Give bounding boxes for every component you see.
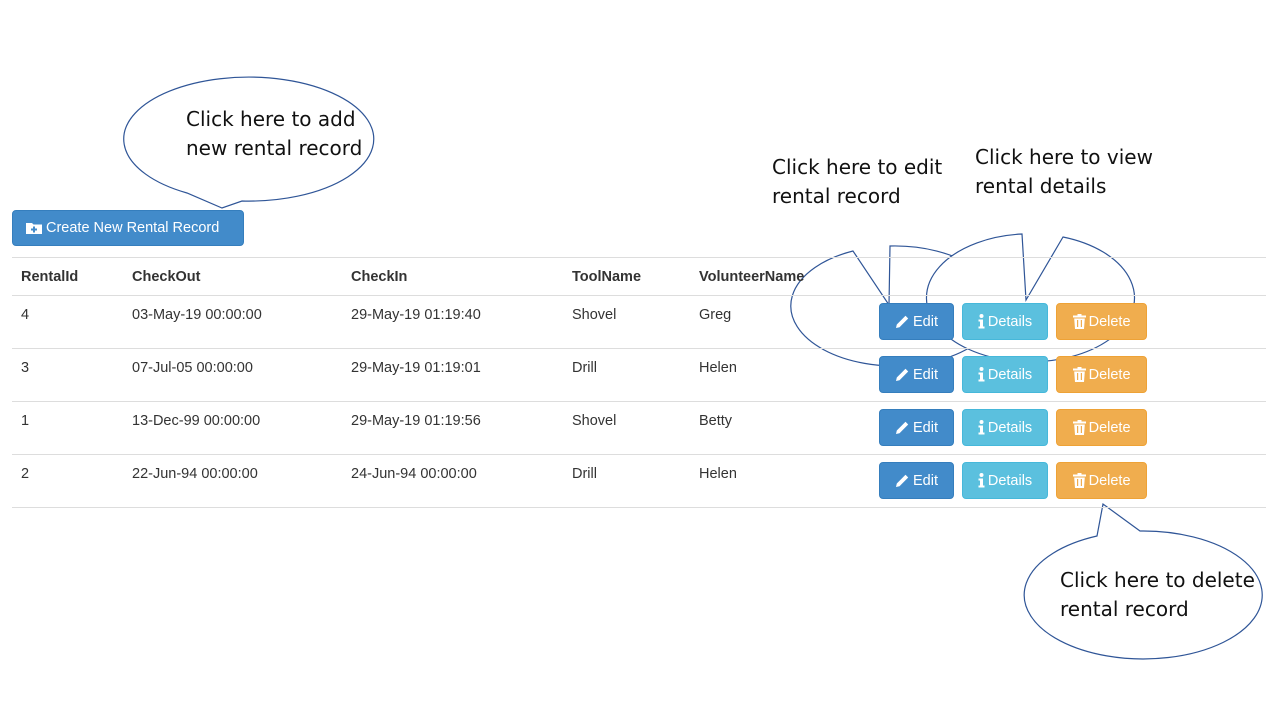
details-button[interactable]: Details: [962, 409, 1049, 446]
delete-button[interactable]: Delete: [1056, 356, 1148, 393]
callout-delete-line1: Click here to delete: [1060, 568, 1255, 592]
table-row: 3 07-Jul-05 00:00:00 29-May-19 01:19:01 …: [12, 348, 1266, 402]
info-icon: [978, 367, 985, 382]
header-tool-name: ToolName: [563, 257, 690, 296]
cell-checkout: 03-May-19 00:00:00: [123, 295, 342, 349]
header-volunteer-name: VolunteerName: [690, 257, 882, 296]
cell-tool-name: Shovel: [563, 295, 690, 349]
edit-label: Edit: [913, 366, 938, 383]
delete-label: Delete: [1088, 472, 1131, 489]
info-icon: [978, 314, 985, 329]
pencil-icon: [895, 367, 910, 382]
details-button[interactable]: Details: [962, 462, 1049, 499]
header-checkin: CheckIn: [342, 257, 563, 296]
delete-label: Delete: [1088, 313, 1131, 330]
cell-tool-name: Drill: [563, 348, 690, 402]
cell-volunteer-name: Betty: [690, 401, 882, 455]
edit-button[interactable]: Edit: [879, 409, 954, 446]
trash-icon: [1072, 314, 1086, 329]
delete-button[interactable]: Delete: [1056, 303, 1148, 340]
cell-checkout: 13-Dec-99 00:00:00: [123, 401, 342, 455]
folder-plus-icon: [26, 221, 42, 235]
delete-button[interactable]: Delete: [1056, 409, 1148, 446]
table-row: 4 03-May-19 00:00:00 29-May-19 01:19:40 …: [12, 295, 1266, 349]
cell-checkout: 22-Jun-94 00:00:00: [123, 454, 342, 508]
rentals-table: RentalId CheckOut CheckIn ToolName Volun…: [12, 257, 1266, 508]
cell-volunteer-name: Helen: [690, 348, 882, 402]
edit-label: Edit: [913, 313, 938, 330]
info-icon: [978, 420, 985, 435]
details-label: Details: [987, 419, 1033, 436]
details-button[interactable]: Details: [962, 303, 1049, 340]
callout-delete-line2: rental record: [1060, 597, 1189, 621]
cell-rental-id: 3: [12, 348, 123, 402]
callout-view-line1: Click here to view: [975, 145, 1153, 169]
cell-volunteer-name: Greg: [690, 295, 882, 349]
info-icon: [978, 473, 985, 488]
cell-rental-id: 4: [12, 295, 123, 349]
cell-tool-name: Shovel: [563, 401, 690, 455]
cell-checkin: 29-May-19 01:19:40: [342, 295, 563, 349]
trash-icon: [1072, 420, 1086, 435]
edit-label: Edit: [913, 419, 938, 436]
details-button[interactable]: Details: [962, 356, 1049, 393]
trash-icon: [1072, 473, 1086, 488]
delete-label: Delete: [1088, 419, 1131, 436]
edit-button[interactable]: Edit: [879, 356, 954, 393]
callout-edit-line2: rental record: [772, 184, 901, 208]
table-row: 2 22-Jun-94 00:00:00 24-Jun-94 00:00:00 …: [12, 454, 1266, 508]
cell-tool-name: Drill: [563, 454, 690, 508]
callout-view-line2: rental details: [975, 174, 1107, 198]
details-label: Details: [987, 313, 1033, 330]
cell-rental-id: 2: [12, 454, 123, 508]
callout-delete-text: Click here to delete rental record: [1060, 566, 1255, 624]
header-checkout: CheckOut: [123, 257, 342, 296]
edit-button[interactable]: Edit: [879, 462, 954, 499]
cell-checkin: 24-Jun-94 00:00:00: [342, 454, 563, 508]
cell-actions: Edit Details Delete: [879, 401, 1266, 455]
delete-button[interactable]: Delete: [1056, 462, 1148, 499]
table-row: 1 13-Dec-99 00:00:00 29-May-19 01:19:56 …: [12, 401, 1266, 455]
pencil-icon: [895, 420, 910, 435]
cell-checkin: 29-May-19 01:19:01: [342, 348, 563, 402]
callout-edit-line1: Click here to edit: [772, 155, 943, 179]
details-label: Details: [987, 366, 1033, 383]
cell-actions: Edit Details Delete: [879, 454, 1266, 508]
table-header-row: RentalId CheckOut CheckIn ToolName Volun…: [12, 257, 1266, 296]
pencil-icon: [895, 473, 910, 488]
edit-label: Edit: [913, 472, 938, 489]
cell-checkin: 29-May-19 01:19:56: [342, 401, 563, 455]
cell-checkout: 07-Jul-05 00:00:00: [123, 348, 342, 402]
cell-actions: Edit Details Delete: [879, 295, 1266, 349]
cell-rental-id: 1: [12, 401, 123, 455]
callout-edit-text: Click here to edit rental record: [772, 153, 942, 211]
pencil-icon: [895, 314, 910, 329]
callout-add-line1: Click here to add: [186, 107, 356, 131]
header-rental-id: RentalId: [12, 257, 123, 296]
trash-icon: [1072, 367, 1086, 382]
delete-label: Delete: [1088, 366, 1131, 383]
cell-volunteer-name: Helen: [690, 454, 882, 508]
callout-add-line2: new rental record: [186, 136, 363, 160]
callout-add-text: Click here to add new rental record: [186, 105, 362, 163]
create-rental-label: Create New Rental Record: [46, 220, 220, 236]
create-rental-button[interactable]: Create New Rental Record: [12, 210, 244, 246]
cell-actions: Edit Details Delete: [879, 348, 1266, 402]
edit-button[interactable]: Edit: [879, 303, 954, 340]
details-label: Details: [987, 472, 1033, 489]
callout-view-text: Click here to view rental details: [975, 143, 1153, 201]
header-actions: [882, 257, 1266, 296]
